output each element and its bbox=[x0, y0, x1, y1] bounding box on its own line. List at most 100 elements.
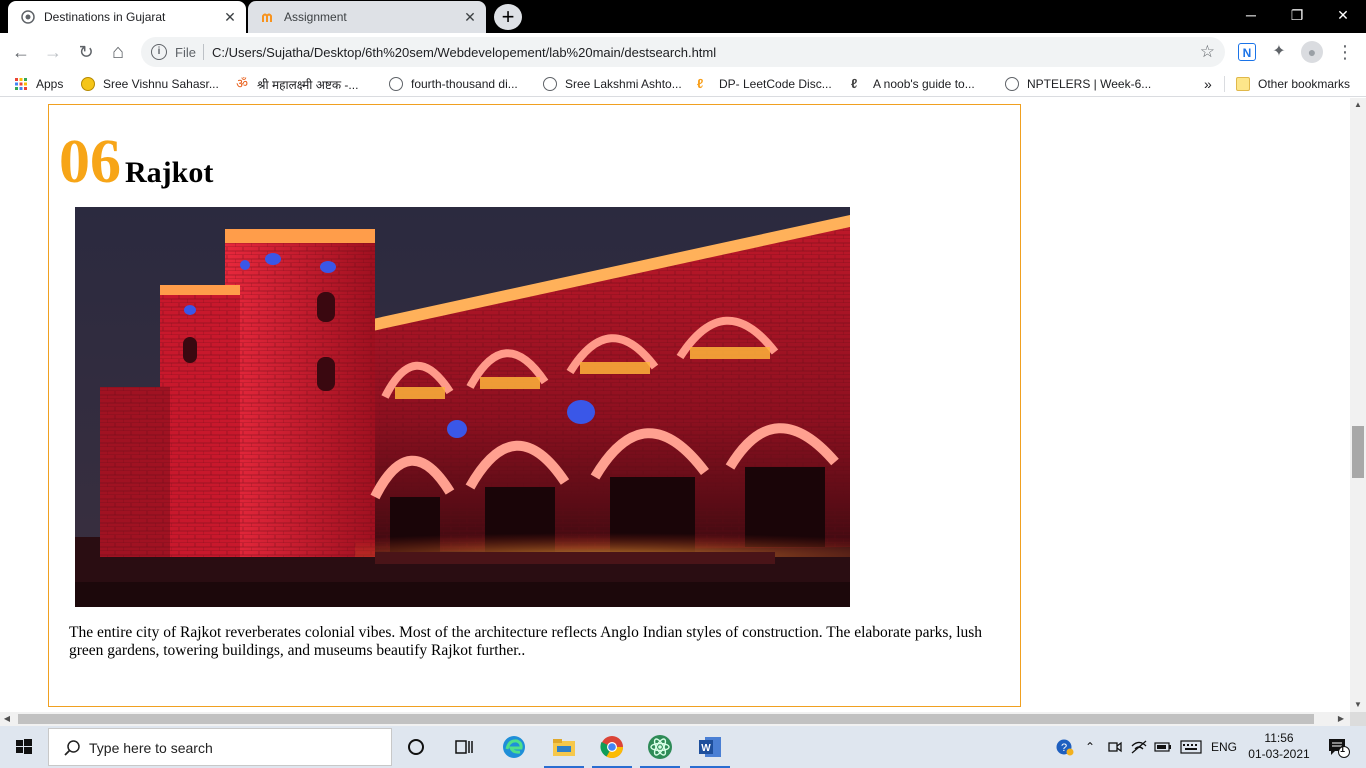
bookmark-vishnu[interactable]: Sree Vishnu Sahasr... bbox=[81, 76, 219, 92]
search-icon bbox=[64, 740, 80, 756]
action-center-button[interactable]: 1 bbox=[1318, 726, 1358, 768]
other-bookmarks[interactable]: Other bookmarks bbox=[1236, 76, 1350, 92]
destination-heading: 06 Rajkot bbox=[59, 127, 213, 198]
globe-icon bbox=[389, 77, 403, 91]
bookmarks-overflow-button[interactable]: » bbox=[1204, 76, 1212, 92]
tab-title: Assignment bbox=[284, 10, 347, 24]
destination-number: 06 bbox=[59, 128, 121, 196]
moodle-icon bbox=[262, 13, 272, 22]
scroll-down-icon[interactable]: ▼ bbox=[1350, 698, 1366, 712]
globe-icon bbox=[21, 10, 35, 24]
tab-title: Destinations in Gujarat bbox=[44, 10, 166, 24]
close-window-button[interactable]: ✕ bbox=[1320, 0, 1366, 30]
word-icon: W bbox=[699, 737, 721, 757]
help-badge-icon: ? bbox=[1056, 739, 1074, 756]
windows-taskbar: Type here to search W ? ⌃ ENG 11:56 01-0… bbox=[0, 726, 1366, 768]
bookmark-noob-guide[interactable]: ℓ A noob's guide to... bbox=[851, 76, 975, 92]
bookmark-label: NPTELERS | Week-6... bbox=[1027, 77, 1152, 91]
home-button[interactable]: ⌂ bbox=[107, 41, 129, 63]
globe-icon bbox=[543, 77, 557, 91]
notification-count-badge: 1 bbox=[1340, 744, 1346, 754]
bookmark-lakshmi[interactable]: Sree Lakshmi Ashto... bbox=[543, 76, 682, 92]
profile-avatar-icon[interactable]: ● bbox=[1301, 41, 1323, 63]
atom-taskbar-button[interactable] bbox=[636, 726, 684, 768]
bookmark-mahalakshmi[interactable]: ॐ श्री महालक्ष्मी अष्टक -... bbox=[235, 76, 358, 92]
file-explorer-taskbar-button[interactable] bbox=[540, 726, 588, 768]
bookmark-apps[interactable]: Apps bbox=[14, 76, 63, 92]
info-icon[interactable]: i bbox=[151, 44, 167, 60]
vertical-scrollbar[interactable]: ▲ ▼ bbox=[1350, 98, 1366, 712]
horizontal-scroll-thumb[interactable] bbox=[18, 714, 1314, 724]
battery-icon bbox=[1154, 742, 1171, 752]
svg-text:?: ? bbox=[1061, 742, 1067, 754]
bookmark-star-icon[interactable]: ☆ bbox=[1200, 42, 1215, 62]
svg-text:W: W bbox=[701, 743, 711, 754]
bookmark-label: Other bookmarks bbox=[1258, 77, 1351, 91]
tab-close-icon[interactable]: ✕ bbox=[462, 9, 478, 25]
chrome-menu-icon[interactable]: ⋮ bbox=[1336, 43, 1354, 61]
horizontal-scrollbar[interactable]: ◀ ▶ bbox=[0, 712, 1350, 726]
new-tab-button[interactable]: + bbox=[494, 4, 522, 30]
url-text[interactable]: C:/Users/Sujatha/Desktop/6th%20sem/Webde… bbox=[212, 45, 716, 60]
extensions-puzzle-icon[interactable]: ✦ bbox=[1270, 43, 1288, 61]
network-off-icon bbox=[1131, 740, 1147, 754]
taskbar-search-box[interactable]: Type here to search bbox=[48, 728, 392, 766]
keyboard-tray-button[interactable] bbox=[1178, 726, 1204, 768]
start-button[interactable] bbox=[0, 726, 48, 768]
bookmark-leetcode[interactable]: ℓ DP- LeetCode Disc... bbox=[697, 76, 832, 92]
tab-assignment[interactable]: Assignment ✕ bbox=[248, 1, 486, 33]
bookmark-nptelers[interactable]: NPTELERS | Week-6... bbox=[1005, 76, 1151, 92]
task-view-button[interactable] bbox=[440, 726, 488, 768]
omnibox-divider bbox=[203, 44, 204, 60]
windows-logo-icon bbox=[16, 739, 32, 754]
edge-icon bbox=[503, 736, 525, 758]
url-scheme: File bbox=[175, 45, 196, 60]
search-placeholder: Type here to search bbox=[89, 740, 213, 756]
meet-now-tray-button[interactable] bbox=[1104, 726, 1126, 768]
forward-button[interactable]: → bbox=[42, 41, 64, 63]
destination-title: Rajkot bbox=[125, 156, 214, 189]
notification-icon bbox=[1329, 739, 1350, 758]
destination-photo bbox=[75, 207, 850, 607]
taskbar-clock[interactable]: 11:56 01-03-2021 bbox=[1248, 730, 1310, 762]
input-language-button[interactable]: ENG bbox=[1208, 726, 1240, 768]
word-taskbar-button[interactable]: W bbox=[686, 726, 734, 768]
cortana-button[interactable] bbox=[392, 726, 440, 768]
scrollbar-corner bbox=[1350, 712, 1366, 726]
bookmark-label: fourth-thousand di... bbox=[411, 77, 518, 91]
leetcode-icon: ℓ bbox=[851, 76, 858, 91]
bookmarks-bar: Apps Sree Vishnu Sahasr... ॐ श्री महालक्… bbox=[0, 71, 1366, 97]
restore-button[interactable]: ❐ bbox=[1274, 0, 1320, 30]
emoji-icon bbox=[81, 77, 95, 91]
tab-close-icon[interactable]: ✕ bbox=[222, 9, 238, 25]
scroll-left-icon[interactable]: ◀ bbox=[0, 712, 14, 726]
atom-icon bbox=[648, 735, 672, 759]
meet-now-icon bbox=[1108, 741, 1122, 753]
scroll-up-icon[interactable]: ▲ bbox=[1350, 98, 1366, 112]
chrome-taskbar-button[interactable] bbox=[588, 726, 636, 768]
destination-description: The entire city of Rajkot reverberates c… bbox=[69, 624, 983, 659]
scroll-right-icon[interactable]: ▶ bbox=[1334, 712, 1348, 726]
task-view-icon bbox=[455, 740, 473, 754]
edge-taskbar-button[interactable] bbox=[490, 726, 538, 768]
back-button[interactable]: ← bbox=[10, 41, 32, 63]
n-extension-icon[interactable]: N bbox=[1238, 43, 1256, 61]
clock-date: 01-03-2021 bbox=[1248, 747, 1310, 761]
reload-button[interactable]: ↻ bbox=[75, 41, 97, 63]
bookmarks-divider bbox=[1224, 76, 1225, 92]
network-tray-button[interactable] bbox=[1128, 726, 1150, 768]
destination-card: 06 Rajkot The entire city of Rajkot reve… bbox=[48, 104, 1021, 707]
bookmark-label: A noob's guide to... bbox=[873, 77, 975, 91]
cortana-icon bbox=[408, 739, 424, 755]
vertical-scroll-thumb[interactable] bbox=[1352, 426, 1364, 478]
folder-icon bbox=[553, 739, 575, 756]
bookmark-fourth-thousand[interactable]: fourth-thousand di... bbox=[389, 76, 518, 92]
bookmark-label: Apps bbox=[36, 77, 64, 91]
minimize-button[interactable]: ─ bbox=[1228, 0, 1274, 30]
address-bar[interactable]: i File C:/Users/Sujatha/Desktop/6th%20se… bbox=[141, 37, 1225, 67]
show-hidden-icons-button[interactable]: ⌃ bbox=[1080, 726, 1100, 768]
people-tray-button[interactable]: ? bbox=[1052, 726, 1078, 768]
battery-tray-button[interactable] bbox=[1152, 726, 1174, 768]
tab-destinations[interactable]: Destinations in Gujarat ✕ bbox=[8, 1, 246, 33]
globe-icon bbox=[1005, 77, 1019, 91]
